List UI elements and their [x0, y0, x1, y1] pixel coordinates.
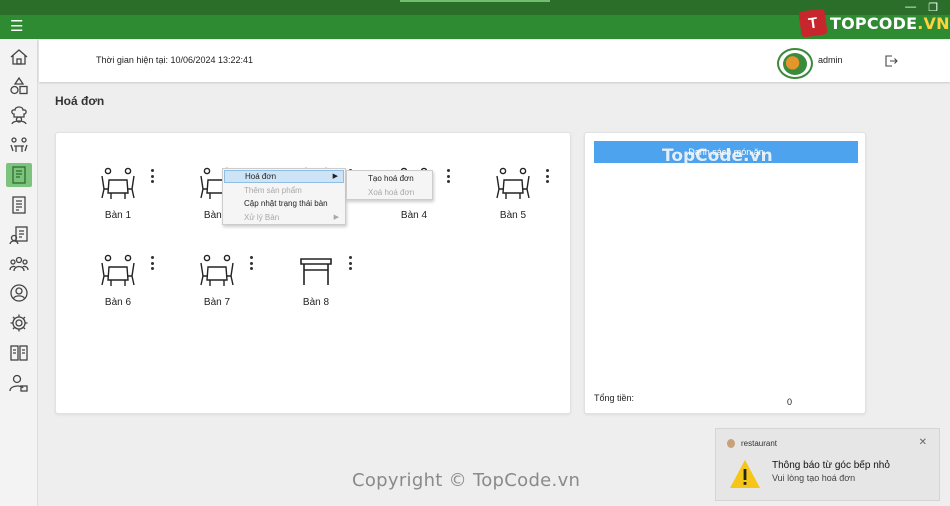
- toast-message: Vui lòng tạo hoá đơn: [772, 473, 856, 483]
- logo-name: TOPCODE: [830, 13, 918, 33]
- avatar[interactable]: [777, 48, 813, 79]
- more-options-icon[interactable]: [149, 168, 155, 184]
- account-icon[interactable]: [6, 371, 32, 395]
- logo-text: TOPCODE.VN: [830, 14, 950, 33]
- total-value: 0: [787, 397, 793, 407]
- brand-logo: T TOPCODE.VN: [798, 8, 950, 38]
- more-options-icon[interactable]: [248, 255, 254, 271]
- logo-suffix: .VN: [917, 13, 950, 33]
- settings-icon[interactable]: [6, 311, 32, 335]
- table-label: Bàn 8: [302, 297, 330, 308]
- user-name: admin: [818, 55, 843, 65]
- table-label: Bàn 1: [104, 210, 132, 221]
- close-icon[interactable]: ✕: [919, 437, 927, 448]
- table-tile[interactable]: Bàn 7: [177, 234, 253, 308]
- menu-book-icon[interactable]: [6, 341, 32, 365]
- order-panel: Danh sách món ăn Tổng tiền: 0: [584, 132, 866, 414]
- shapes-icon[interactable]: [6, 74, 32, 98]
- submenu-item: Xoá hoá đơn: [368, 187, 415, 197]
- dining-icon[interactable]: [6, 133, 32, 157]
- app-icon: [727, 439, 735, 448]
- invoice-icon[interactable]: [6, 163, 32, 187]
- table-tile[interactable]: Bàn 6: [78, 234, 154, 308]
- context-menu-item[interactable]: Cập nhật trạng thái bàn: [224, 197, 344, 210]
- table-label: Bàn 6: [104, 297, 132, 308]
- occupied-table-icon: [198, 254, 236, 288]
- table-label: Bàn 7: [203, 297, 231, 308]
- sidebar: [0, 39, 38, 506]
- avatar-image: [783, 52, 807, 75]
- context-menu-item-label: Xử lý Bàn: [244, 212, 280, 222]
- more-options-icon[interactable]: [544, 168, 550, 184]
- current-time-label: Thời gian hiện tại: 10/06/2024 13:22:41: [96, 55, 254, 65]
- page-title: Hoá đơn: [55, 94, 105, 108]
- more-options-icon[interactable]: [149, 255, 155, 271]
- chef-icon[interactable]: [6, 103, 32, 127]
- submenu-arrow-icon: ▶: [333, 213, 339, 221]
- toast-title: Thông báo từ góc bếp nhỏ: [772, 460, 890, 471]
- table-tile[interactable]: Bàn 5: [473, 147, 549, 221]
- document-icon[interactable]: [6, 193, 32, 217]
- context-submenu: Tạo hoá đơn Xoá hoá đơn: [346, 170, 433, 200]
- warning-icon: [729, 459, 761, 489]
- home-icon[interactable]: [6, 45, 32, 69]
- context-menu: Hoá đơn ▶ Thêm sản phẩm Cập nhật trạng thái…: [222, 168, 346, 225]
- table-tile[interactable]: Bàn 1: [78, 147, 154, 221]
- submenu-item[interactable]: Tạo hoá đơn: [348, 172, 431, 185]
- logout-icon[interactable]: [883, 53, 899, 69]
- watermark-footer: Copyright © TopCode.vn: [352, 470, 581, 491]
- occupied-table-icon: [99, 254, 137, 288]
- more-options-icon[interactable]: [347, 255, 353, 271]
- watermark-panel: TopCode.vn: [662, 146, 773, 166]
- context-menu-item[interactable]: Hoá đơn ▶: [224, 170, 344, 183]
- occupied-table-icon: [494, 167, 532, 201]
- context-menu-item: Xử lý Bàn ▶: [224, 211, 344, 224]
- table-tile[interactable]: Bàn 8: [276, 234, 352, 308]
- context-menu-item-label: Hoá đơn: [245, 172, 277, 181]
- empty-table-icon: [297, 254, 335, 288]
- context-menu-item-label: Cập nhật trạng thái bàn: [244, 199, 328, 208]
- report-icon[interactable]: [6, 223, 32, 247]
- hamburger-icon[interactable]: ☰: [10, 19, 26, 35]
- toast-app-name: restaurant: [741, 439, 778, 448]
- table-label: Bàn 5: [499, 210, 527, 221]
- header-bar: Thời gian hiện tại: 10/06/2024 13:22:41 …: [39, 40, 950, 82]
- table-label: Bàn 4: [400, 210, 428, 221]
- title-bar-accent: [400, 0, 550, 2]
- total-label: Tổng tiền:: [594, 393, 635, 403]
- submenu-arrow-icon: ▶: [332, 173, 338, 180]
- more-options-icon[interactable]: [445, 168, 451, 184]
- context-menu-item: Thêm sản phẩm: [224, 184, 344, 197]
- context-menu-item-label: Thêm sản phẩm: [244, 185, 302, 195]
- logo-mark: T: [798, 8, 828, 38]
- notification-toast[interactable]: restaurant ✕ Thông báo từ góc bếp nhỏ Vu…: [715, 428, 940, 501]
- user-icon[interactable]: [6, 281, 32, 305]
- staff-icon[interactable]: [6, 252, 32, 276]
- occupied-table-icon: [99, 167, 137, 201]
